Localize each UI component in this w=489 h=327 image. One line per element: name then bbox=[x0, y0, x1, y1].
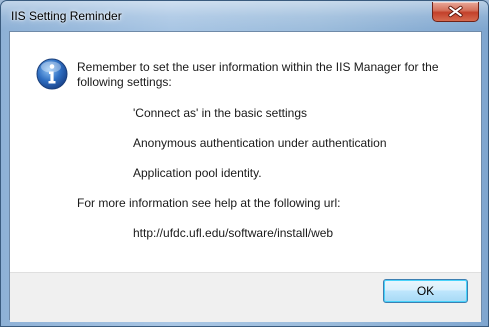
intro-line-2: following settings: bbox=[77, 75, 172, 89]
window-title: IIS Setting Reminder bbox=[11, 9, 122, 23]
button-bar: OK bbox=[10, 272, 481, 322]
more-info-text: For more information see help at the fol… bbox=[77, 196, 341, 210]
close-icon bbox=[448, 5, 463, 18]
setting-item-anonymous-auth: Anonymous authentication under authentic… bbox=[133, 136, 387, 150]
dialog-body: Remember to set the user information wit… bbox=[9, 31, 482, 322]
intro-line-1: Remember to set the user information wit… bbox=[77, 60, 439, 74]
ok-button[interactable]: OK bbox=[383, 279, 468, 303]
close-button[interactable] bbox=[432, 2, 479, 22]
message-area: Remember to set the user information wit… bbox=[10, 32, 481, 272]
dialog-window: IIS Setting Reminder Remember to set the… bbox=[0, 0, 489, 327]
setting-item-connect-as: 'Connect as' in the basic settings bbox=[133, 106, 308, 120]
help-url: http://ufdc.ufl.edu/software/install/web bbox=[133, 226, 334, 240]
title-bar[interactable]: IIS Setting Reminder bbox=[1, 1, 488, 31]
setting-item-app-pool: Application pool identity. bbox=[133, 166, 262, 180]
information-icon bbox=[36, 58, 68, 90]
